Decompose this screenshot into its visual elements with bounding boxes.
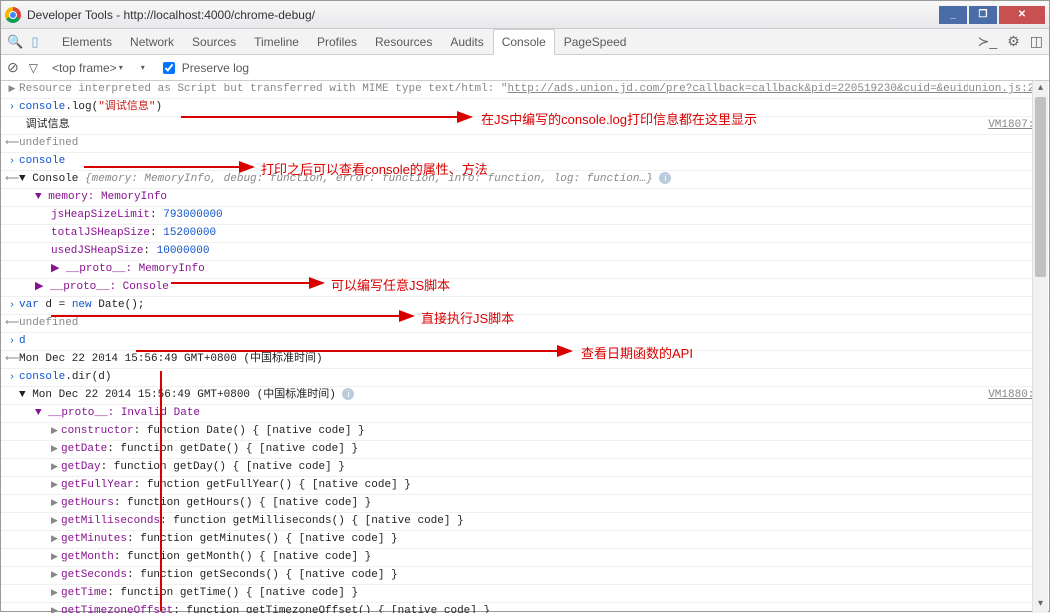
object-row: totalJSHeapSize: 15200000 [1, 225, 1049, 243]
proto-row[interactable]: ▶getDate: function getDate() { [native c… [1, 441, 1049, 459]
console-input-row[interactable]: › var d = new Date(); [1, 297, 1049, 315]
proto-row[interactable]: ▶getSeconds: function getSeconds() { [na… [1, 567, 1049, 585]
settings-icon[interactable]: ⚙ [1007, 33, 1020, 50]
console-subbar: ⊘ ▽ <top frame> ▾ ▾ Preserve log [1, 55, 1049, 81]
scrollbar[interactable]: ▴ ▾ [1032, 81, 1048, 613]
window-titlebar: Developer Tools - http://localhost:4000/… [1, 1, 1049, 29]
drawer-icon[interactable]: ≻_ [978, 33, 998, 50]
object-row[interactable]: ▼ memory: MemoryInfo [1, 189, 1049, 207]
object-row: jsHeapSizeLimit: 793000000 [1, 207, 1049, 225]
console-output-row: 调试信息 VM1807:2 [1, 117, 1049, 135]
scroll-down-icon[interactable]: ▾ [1033, 597, 1048, 613]
tab-network[interactable]: Network [121, 29, 183, 55]
chrome-icon [5, 7, 21, 23]
window-buttons: _ ❐ ✕ [937, 6, 1045, 24]
console-result-row: ⟵Mon Dec 22 2014 15:56:49 GMT+0800 (中国标准… [1, 351, 1049, 369]
close-button[interactable]: ✕ [999, 6, 1045, 24]
tab-audits[interactable]: Audits [441, 29, 492, 55]
console-input-row[interactable]: › console.log("调试信息") [1, 99, 1049, 117]
search-icon[interactable]: 🔍 [7, 34, 23, 50]
proto-row[interactable]: ▶getTime: function getTime() { [native c… [1, 585, 1049, 603]
filter-selector[interactable]: ▾ [137, 63, 149, 72]
tab-pagespeed[interactable]: PageSpeed [555, 29, 636, 55]
clear-console-icon[interactable]: ⊘ [7, 59, 19, 76]
filter-icon[interactable]: ▽ [29, 61, 38, 75]
maximize-button[interactable]: ❐ [969, 6, 997, 24]
preserve-log-checkbox[interactable] [163, 62, 175, 74]
dock-icon[interactable]: ◫ [1030, 33, 1043, 50]
preserve-log-label[interactable]: Preserve log [159, 59, 249, 77]
proto-row[interactable]: ▶constructor: function Date() { [native … [1, 423, 1049, 441]
proto-row[interactable]: ▶getHours: function getHours() { [native… [1, 495, 1049, 513]
source-link-union[interactable]: union.js:20 [968, 82, 1041, 97]
tab-console[interactable]: Console [493, 29, 555, 55]
info-icon[interactable]: i [659, 172, 671, 184]
minimize-button[interactable]: _ [939, 6, 967, 24]
device-icon[interactable]: ▯ [27, 34, 43, 50]
console-output-row[interactable]: ▼ Mon Dec 22 2014 15:56:49 GMT+0800 (中国标… [1, 387, 1049, 405]
console-result-row[interactable]: ⟵ ▼ Console {memory: MemoryInfo, debug: … [1, 171, 1049, 189]
tab-sources[interactable]: Sources [183, 29, 245, 55]
window-title: Developer Tools - http://localhost:4000/… [27, 8, 937, 22]
proto-row[interactable]: ▶getMonth: function getMonth() { [native… [1, 549, 1049, 567]
object-row[interactable]: ▶ __proto__: Console [1, 279, 1049, 297]
info-icon[interactable]: i [342, 388, 354, 400]
console-warning-row: ▶ Resource interpreted as Script but tra… [1, 81, 1049, 99]
console-input-row[interactable]: › console [1, 153, 1049, 171]
proto-row[interactable]: ▶getFullYear: function getFullYear() { [… [1, 477, 1049, 495]
proto-row[interactable]: ▶getDay: function getDay() { [native cod… [1, 459, 1049, 477]
tab-profiles[interactable]: Profiles [308, 29, 366, 55]
devtools-toolbar: 🔍 ▯ Elements Network Sources Timeline Pr… [1, 29, 1049, 55]
tab-elements[interactable]: Elements [53, 29, 121, 55]
proto-row[interactable]: ▶getMinutes: function getMinutes() { [na… [1, 531, 1049, 549]
console-result-row: ⟵ undefined [1, 135, 1049, 153]
scrollbar-thumb[interactable] [1035, 97, 1046, 277]
tab-timeline[interactable]: Timeline [245, 29, 308, 55]
tab-resources[interactable]: Resources [366, 29, 441, 55]
devtools-tabs: Elements Network Sources Timeline Profil… [53, 29, 635, 55]
proto-row[interactable]: ▶getMilliseconds: function getMillisecon… [1, 513, 1049, 531]
object-row[interactable]: ▶ __proto__: MemoryInfo [1, 261, 1049, 279]
console-input-row[interactable]: ›console.dir(d) [1, 369, 1049, 387]
object-row: usedJSHeapSize: 10000000 [1, 243, 1049, 261]
object-row[interactable]: ▼ __proto__: Invalid Date [1, 405, 1049, 423]
console-result-row: ⟵undefined [1, 315, 1049, 333]
console-input-row[interactable]: ›d [1, 333, 1049, 351]
scroll-up-icon[interactable]: ▴ [1033, 81, 1048, 97]
context-selector[interactable]: <top frame> ▾ [48, 61, 127, 75]
console-panel: 在JS中编写的console.log打印信息都在这里显示 打印之后可以查看con… [1, 81, 1049, 613]
